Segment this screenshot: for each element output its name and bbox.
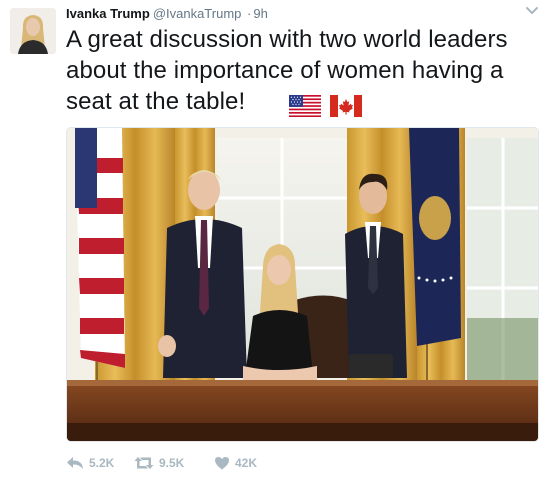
tweet-photo[interactable] bbox=[66, 127, 539, 442]
tweet-header: Ivanka Trump @IvankaTrump · 9h bbox=[66, 6, 268, 22]
flag-us-icon bbox=[289, 94, 322, 117]
reply-button[interactable]: 5.2K bbox=[66, 456, 126, 470]
flag-emojis bbox=[289, 89, 363, 120]
retweet-icon bbox=[134, 457, 154, 469]
heart-icon bbox=[215, 457, 229, 470]
reply-icon bbox=[67, 457, 83, 469]
tweet: Ivanka Trump @IvankaTrump · 9h A great dis… bbox=[0, 0, 550, 478]
tweet-text-block: A great discussion with two world leader… bbox=[66, 24, 544, 120]
tweet-actions: 5.2K 9.5K 42K bbox=[66, 453, 274, 473]
retweet-button[interactable]: 9.5K bbox=[134, 456, 202, 470]
author-handle[interactable]: @IvankaTrump bbox=[153, 6, 242, 21]
like-count: 42K bbox=[235, 456, 258, 470]
timestamp[interactable]: 9h bbox=[253, 6, 267, 21]
flag-canada-icon bbox=[330, 94, 363, 117]
avatar[interactable] bbox=[10, 8, 56, 54]
author-name[interactable]: Ivanka Trump bbox=[66, 6, 150, 21]
tweet-text: A great discussion with two world leader… bbox=[66, 26, 508, 115]
like-button[interactable]: 42K bbox=[214, 456, 274, 470]
separator-dot: · bbox=[247, 6, 252, 21]
chevron-down-icon[interactable] bbox=[524, 4, 540, 18]
reply-count: 5.2K bbox=[89, 456, 115, 470]
retweet-count: 9.5K bbox=[159, 456, 185, 470]
